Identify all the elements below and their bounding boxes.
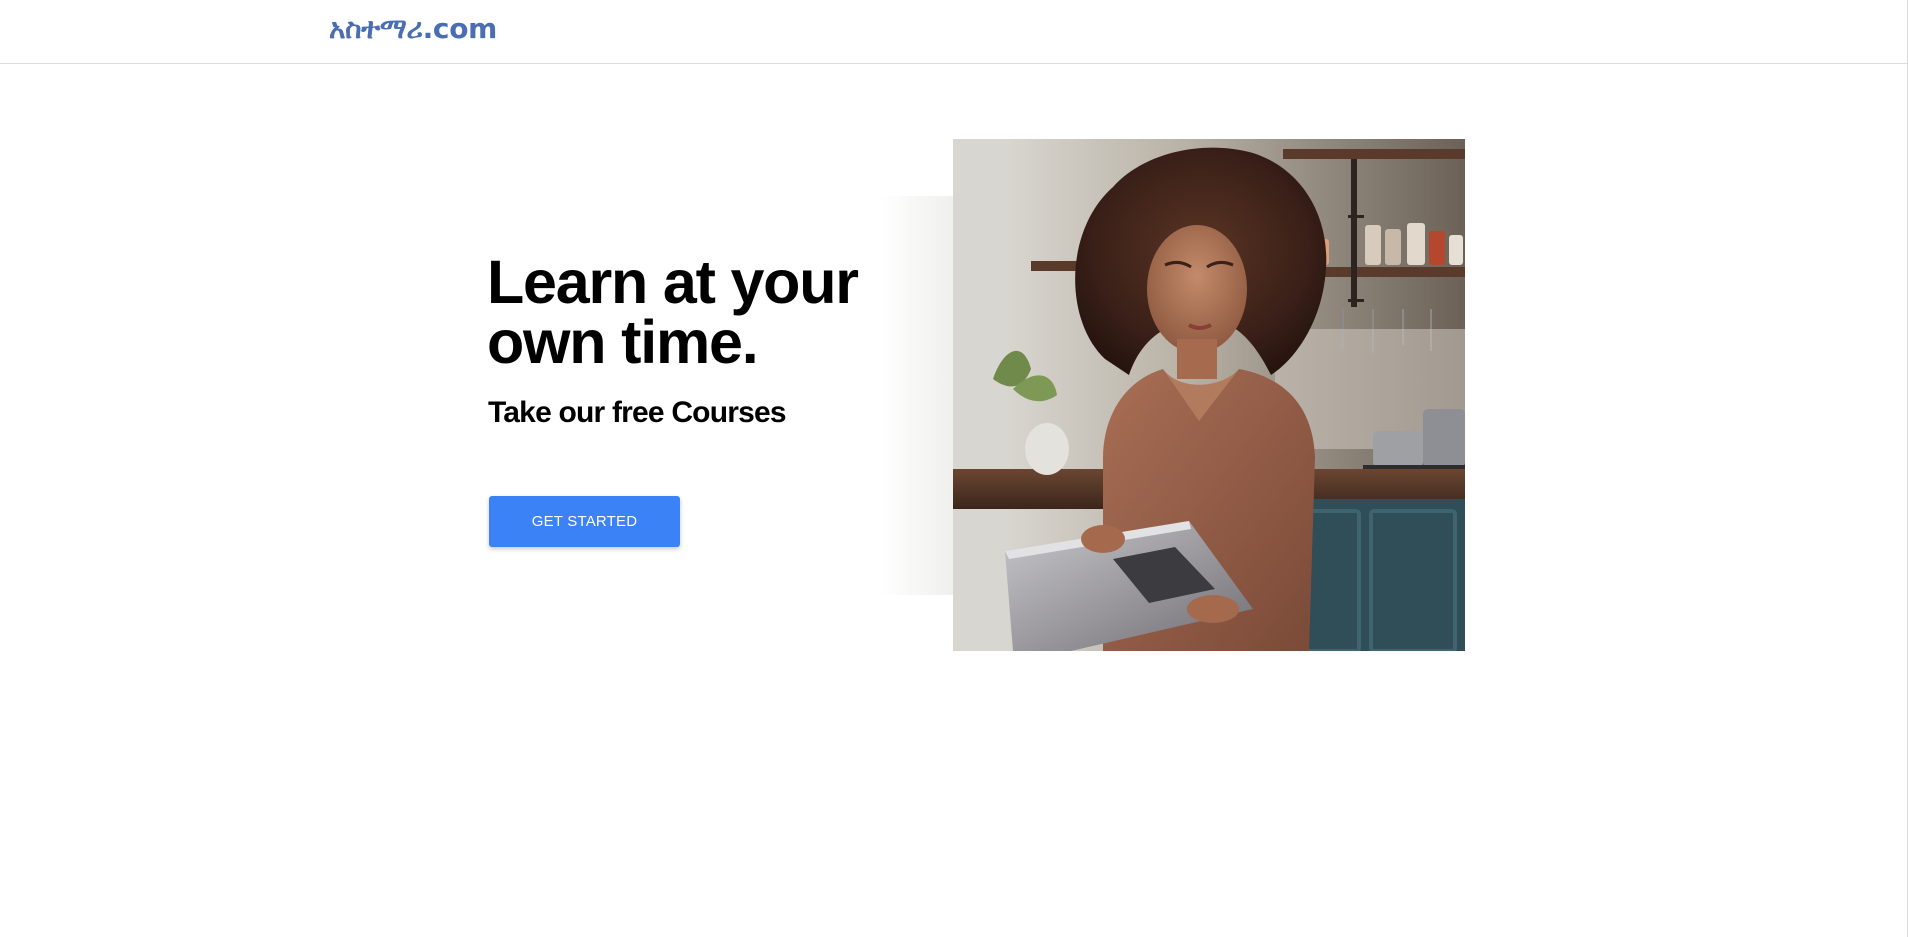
- window-light: [953, 139, 1009, 651]
- hero-photo-illustration: [953, 139, 1465, 651]
- face: [1147, 225, 1247, 353]
- hero-heading-line-2: own time.: [487, 308, 759, 376]
- hero-heading-line-1: Learn at your: [487, 248, 859, 316]
- brand-logo-link[interactable]: አስተማሪ.com: [329, 10, 497, 48]
- top-navbar: አስተማሪ.com: [0, 0, 1907, 64]
- hero-heading: Learn at your own time.: [487, 252, 907, 373]
- hero-photo: [953, 139, 1465, 651]
- neck: [1177, 339, 1217, 379]
- get-started-button[interactable]: GET STARTED: [489, 496, 680, 547]
- hero-subheading: Take our free Courses: [488, 396, 787, 429]
- browser-viewport: አስተማሪ.com Learn at your own time. Take o…: [0, 0, 1908, 937]
- landing-page: አስተማሪ.com Learn at your own time. Take o…: [0, 0, 1907, 937]
